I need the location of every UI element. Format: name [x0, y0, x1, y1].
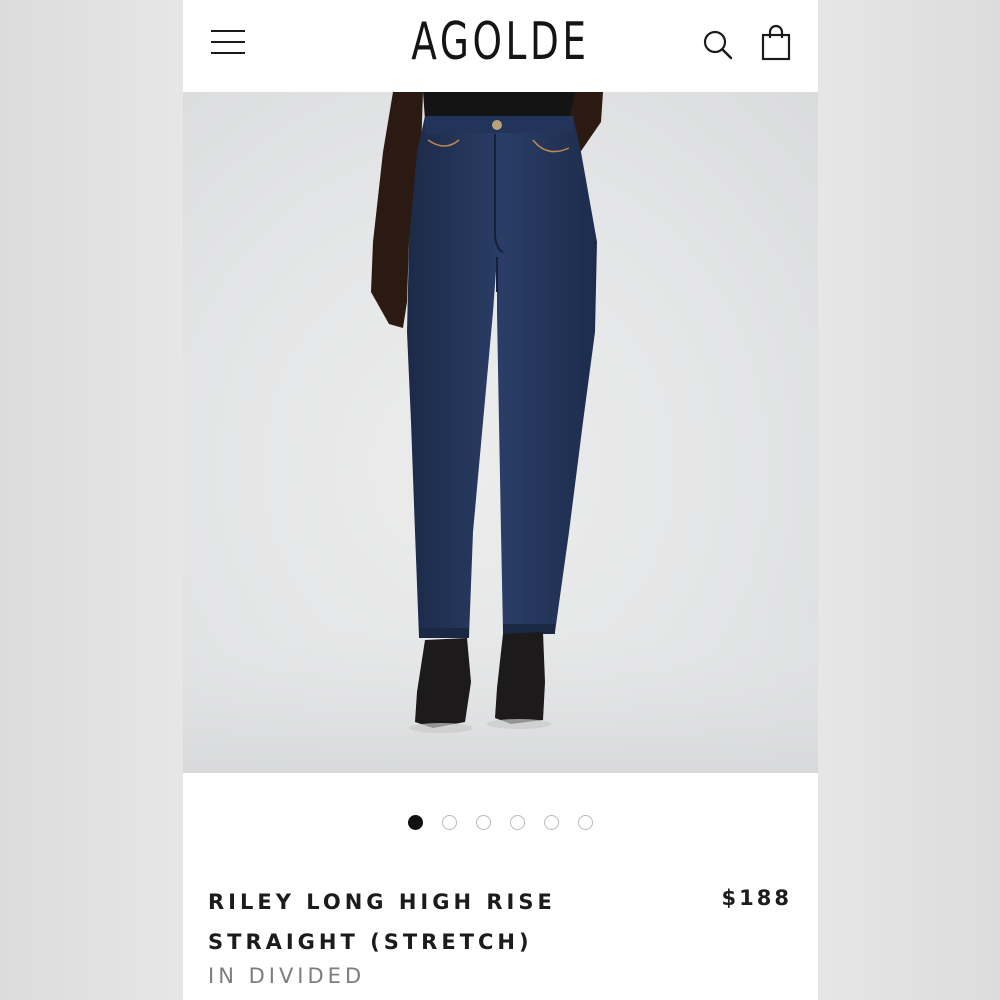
pagination-dot[interactable]: [442, 815, 457, 830]
pagination-dot[interactable]: [510, 815, 525, 830]
product-price: $188: [721, 886, 792, 910]
image-pagination: [183, 815, 818, 831]
menu-button[interactable]: [211, 30, 245, 56]
product-title: RILEY LONG HIGH RISE STRAIGHT (STRETCH): [208, 890, 556, 954]
product-image[interactable]: [183, 92, 818, 773]
product-page: AGOLDE RILEY LONG HIGH RISE STRAIGHT (ST…: [183, 0, 818, 1000]
menu-icon-line: [211, 30, 245, 32]
brand-logo[interactable]: AGOLDE: [272, 12, 729, 72]
shopping-bag-icon[interactable]: [759, 24, 793, 62]
menu-icon-line: [211, 41, 245, 43]
menu-icon-line: [211, 52, 245, 54]
pagination-dot[interactable]: [408, 815, 423, 830]
search-icon[interactable]: [701, 28, 735, 62]
site-header: AGOLDE: [183, 0, 818, 92]
pagination-dot[interactable]: [544, 815, 559, 830]
pagination-dot[interactable]: [578, 815, 593, 830]
pagination-dot[interactable]: [476, 815, 491, 830]
product-variant: IN DIVIDED: [208, 964, 366, 988]
